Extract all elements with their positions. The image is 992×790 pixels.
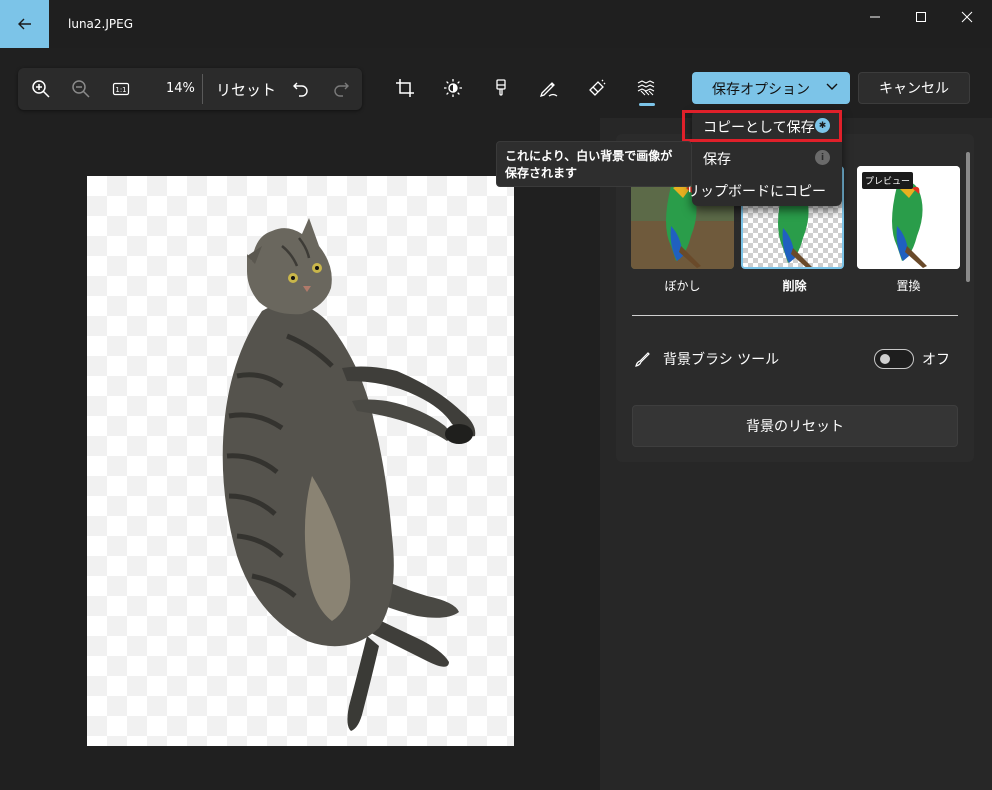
cat-photo (222, 218, 476, 731)
minimize-icon (870, 16, 880, 18)
title-bar: luna2.JPEG (0, 0, 992, 48)
panel-scrollbar[interactable] (966, 152, 970, 282)
svg-text:1:1: 1:1 (115, 86, 126, 94)
info-icon[interactable]: i (815, 150, 830, 165)
background-icon (637, 80, 655, 96)
preview-badge: プレビュー (862, 172, 914, 189)
chevron-down-icon (826, 83, 838, 90)
brightness-icon (444, 79, 462, 97)
reset-button[interactable]: リセット (216, 79, 276, 100)
save-options-button[interactable]: 保存オプション (692, 72, 850, 104)
minimize-button[interactable] (852, 0, 898, 34)
back-button[interactable] (0, 0, 49, 48)
background-tool[interactable] (633, 75, 659, 101)
adjust-tool[interactable] (440, 75, 466, 101)
markup-icon (539, 82, 558, 98)
background-brush-toggle[interactable] (874, 349, 914, 369)
undo-button[interactable] (288, 76, 314, 102)
toolbar-divider (202, 74, 203, 104)
active-tool-indicator (639, 103, 655, 106)
copy-to-clipboard-item[interactable]: リップボードにコピー (686, 174, 842, 206)
brush-icon (635, 352, 650, 367)
remove-option-label: 削除 (782, 279, 807, 293)
background-brush-label: 背景ブラシ ツール (663, 352, 780, 368)
toggle-knob (880, 354, 890, 364)
crop-tool[interactable] (392, 75, 418, 101)
redo-button[interactable] (328, 76, 354, 102)
zoom-in-button[interactable] (28, 76, 54, 102)
erase-tool[interactable] (584, 75, 610, 101)
toggle-state-label: オフ (922, 352, 950, 368)
filter-tool[interactable] (488, 75, 514, 101)
zoom-toolbar: 1:1 14% リセット (18, 68, 362, 110)
highlight-box (682, 110, 842, 142)
crop-icon (396, 79, 414, 97)
tooltip-line-1: これにより、白い背景で画像が (505, 149, 673, 163)
erase-icon (589, 79, 606, 96)
actual-size-icon: 1:1 (112, 82, 130, 96)
tooltip-line-2: 保存されます (505, 166, 578, 180)
copy-to-clipboard-label: リップボードにコピー (686, 184, 826, 200)
maximize-button[interactable] (898, 0, 944, 34)
cancel-button[interactable]: キャンセル (858, 72, 970, 104)
zoom-out-button[interactable] (68, 76, 94, 102)
zoom-out-icon (72, 80, 90, 98)
filter-icon (496, 79, 506, 96)
save-label: 保存 (703, 152, 731, 168)
actual-size-button[interactable]: 1:1 (108, 76, 134, 102)
close-icon (961, 11, 973, 23)
zoom-percent: 14% (166, 81, 195, 96)
panel-divider (632, 315, 958, 316)
save-as-copy-tooltip: これにより、白い背景で画像が 保存されます (496, 141, 692, 187)
reset-background-button[interactable]: 背景のリセット (632, 405, 958, 447)
window-title: luna2.JPEG (68, 17, 134, 31)
back-arrow-icon (17, 18, 31, 30)
close-button[interactable] (944, 0, 990, 34)
undo-icon (293, 82, 308, 97)
redo-icon (334, 82, 349, 97)
maximize-icon (916, 12, 926, 22)
zoom-in-icon (32, 80, 50, 98)
replace-option-label: 置換 (896, 279, 921, 293)
markup-tool[interactable] (536, 75, 562, 101)
save-options-label: 保存オプション (712, 82, 810, 98)
blur-option-label: ぼかし (664, 279, 701, 293)
